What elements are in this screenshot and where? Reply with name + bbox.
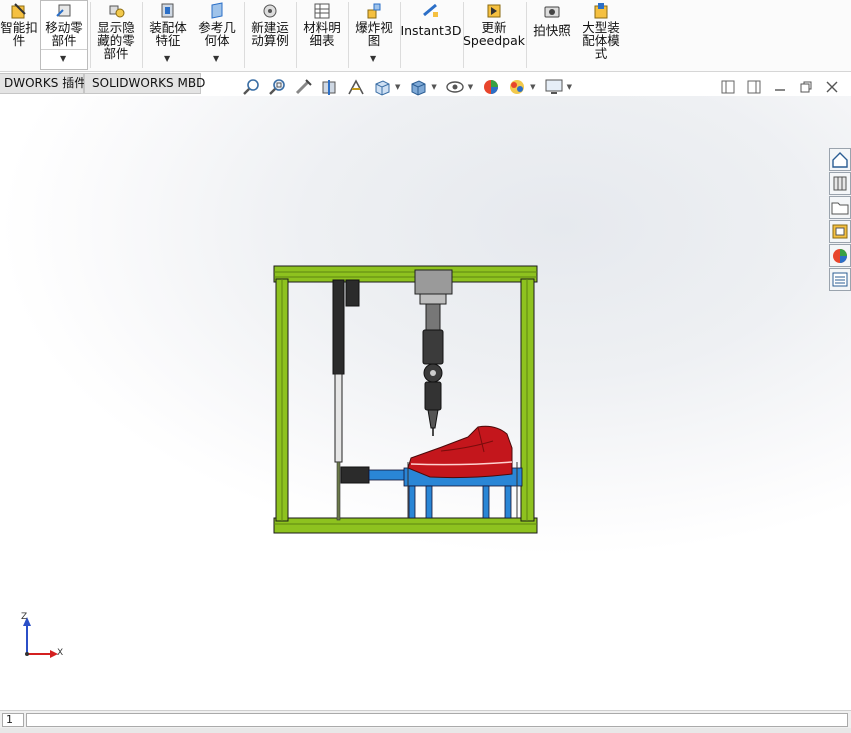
exploded-view-label: 爆炸视 图 [355,20,393,48]
camera-icon [543,2,561,20]
speedpak-icon [485,2,503,20]
display-style-icon[interactable] [408,77,428,97]
appearances-scenes-icon[interactable] [829,244,851,267]
view-settings-icon[interactable] [544,77,564,97]
take-snapshot-button[interactable]: 拍快照 [529,0,575,70]
minimize-icon[interactable] [773,80,787,94]
command-manager-ribbon: 智能扣 件 移动零 部件 ▼ 显示隐 藏的零 部件 装配体 特征 ▼ 参考几 何… [0,0,851,72]
reference-geometry-icon [208,2,226,20]
bill-of-materials-label: 材料明 细表 [303,20,341,48]
graphics-area[interactable]: Z X [0,96,851,710]
coordinate-triad [23,617,58,658]
red-shoe[interactable] [407,425,513,479]
large-assembly-icon [592,2,610,20]
assembly-features-dropdown-icon[interactable]: ▼ [164,54,170,63]
vertical-linear-slide[interactable] [332,279,360,521]
view-orientation-icon[interactable] [372,77,392,97]
new-motion-study-button[interactable]: 新建运 动算例 [247,0,293,70]
section-view-icon[interactable] [320,77,340,97]
reference-geometry-dropdown-icon[interactable]: ▼ [213,54,219,63]
reference-geometry-button[interactable]: 参考几 何体 ▼ [194,0,240,70]
hide-show-items-icon[interactable] [445,77,465,97]
design-library-icon[interactable] [829,172,851,195]
update-speedpak-button[interactable]: 更新 Speedpak [462,0,526,70]
status-field-1: 1 [2,713,24,727]
show-hidden-icon [107,2,125,20]
reference-geometry-label: 参考几 何体 [198,20,236,48]
view-palette-icon[interactable] [829,220,851,243]
file-explorer-icon[interactable] [829,196,851,219]
take-snapshot-label: 拍快照 [533,23,571,38]
view-orientation-dropdown-icon[interactable]: ▼ [395,83,400,91]
triad-x-label: X [57,648,64,658]
previous-view-icon[interactable] [294,77,314,97]
show-hidden-components-button[interactable]: 显示隐 藏的零 部件 [94,0,138,70]
move-component-label: 移动零 部件 [45,20,83,48]
instant3d-label: Instant3D [400,23,462,38]
assembly-features-label: 装配体 特征 [149,20,187,48]
new-motion-study-label: 新建运 动算例 [251,20,289,48]
task-pane-tabs [829,148,851,292]
update-speedpak-label: 更新 Speedpak [462,20,526,48]
smart-fastener-button[interactable]: 智能扣 件 [0,0,38,70]
tile-left-icon[interactable] [721,80,735,94]
motion-study-icon [261,2,279,20]
close-icon[interactable] [825,80,839,94]
tile-right-icon[interactable] [747,80,761,94]
green-aluminum-frame[interactable] [273,265,538,534]
edit-appearance-icon[interactable] [481,77,501,97]
custom-properties-icon[interactable] [829,268,851,291]
move-component-icon [55,2,73,20]
zoom-to-fit-icon[interactable] [242,77,262,97]
status-bar: 1 [0,710,851,733]
apply-scene-dropdown-icon[interactable]: ▼ [530,83,535,91]
status-field-2 [26,713,848,727]
view-settings-dropdown-icon[interactable]: ▼ [567,83,572,91]
move-component-button[interactable]: 移动零 部件 ▼ [40,0,88,70]
assembly-features-button[interactable]: 装配体 特征 ▼ [146,0,190,70]
instant3d-button[interactable]: Instant3D [400,0,462,70]
tab-solidworks-addins[interactable]: DWORKS 插件 [0,73,86,94]
exploded-view-dropdown-icon[interactable]: ▼ [370,54,376,63]
glue-spindle-head[interactable] [414,269,453,436]
display-style-dropdown-icon[interactable]: ▼ [431,83,436,91]
assembly-features-icon [159,2,177,20]
instant3d-icon [422,2,440,20]
tab-solidworks-mbd[interactable]: SOLIDWORKS MBD [84,73,205,94]
move-component-dropdown-icon[interactable]: ▼ [60,54,66,63]
restore-icon[interactable] [799,80,813,94]
bom-table-icon [313,2,331,20]
show-hidden-label: 显示隐 藏的零 部件 [97,20,135,61]
apply-scene-icon[interactable] [507,77,527,97]
bill-of-materials-button[interactable]: 材料明 细表 [299,0,345,70]
smart-fastener-label: 智能扣 件 [0,20,38,48]
smart-fastener-icon [10,2,28,20]
large-assembly-mode-label: 大型装 配体模 式 [582,20,620,61]
solidworks-resources-home-icon[interactable] [829,148,851,171]
status-strip [0,728,851,733]
zoom-to-area-icon[interactable] [268,77,288,97]
exploded-view-button[interactable]: 爆炸视 图 ▼ [351,0,397,70]
exploded-view-icon [365,2,383,20]
dynamic-annotation-icon[interactable] [346,77,366,97]
assembly-model[interactable] [0,96,851,710]
heads-up-view-toolbar: ▼ ▼ ▼ ▼ ▼ [242,76,580,98]
hide-show-dropdown-icon[interactable]: ▼ [468,83,473,91]
large-assembly-mode-button[interactable]: 大型装 配体模 式 [578,0,624,70]
triad-z-label: Z [21,612,28,622]
